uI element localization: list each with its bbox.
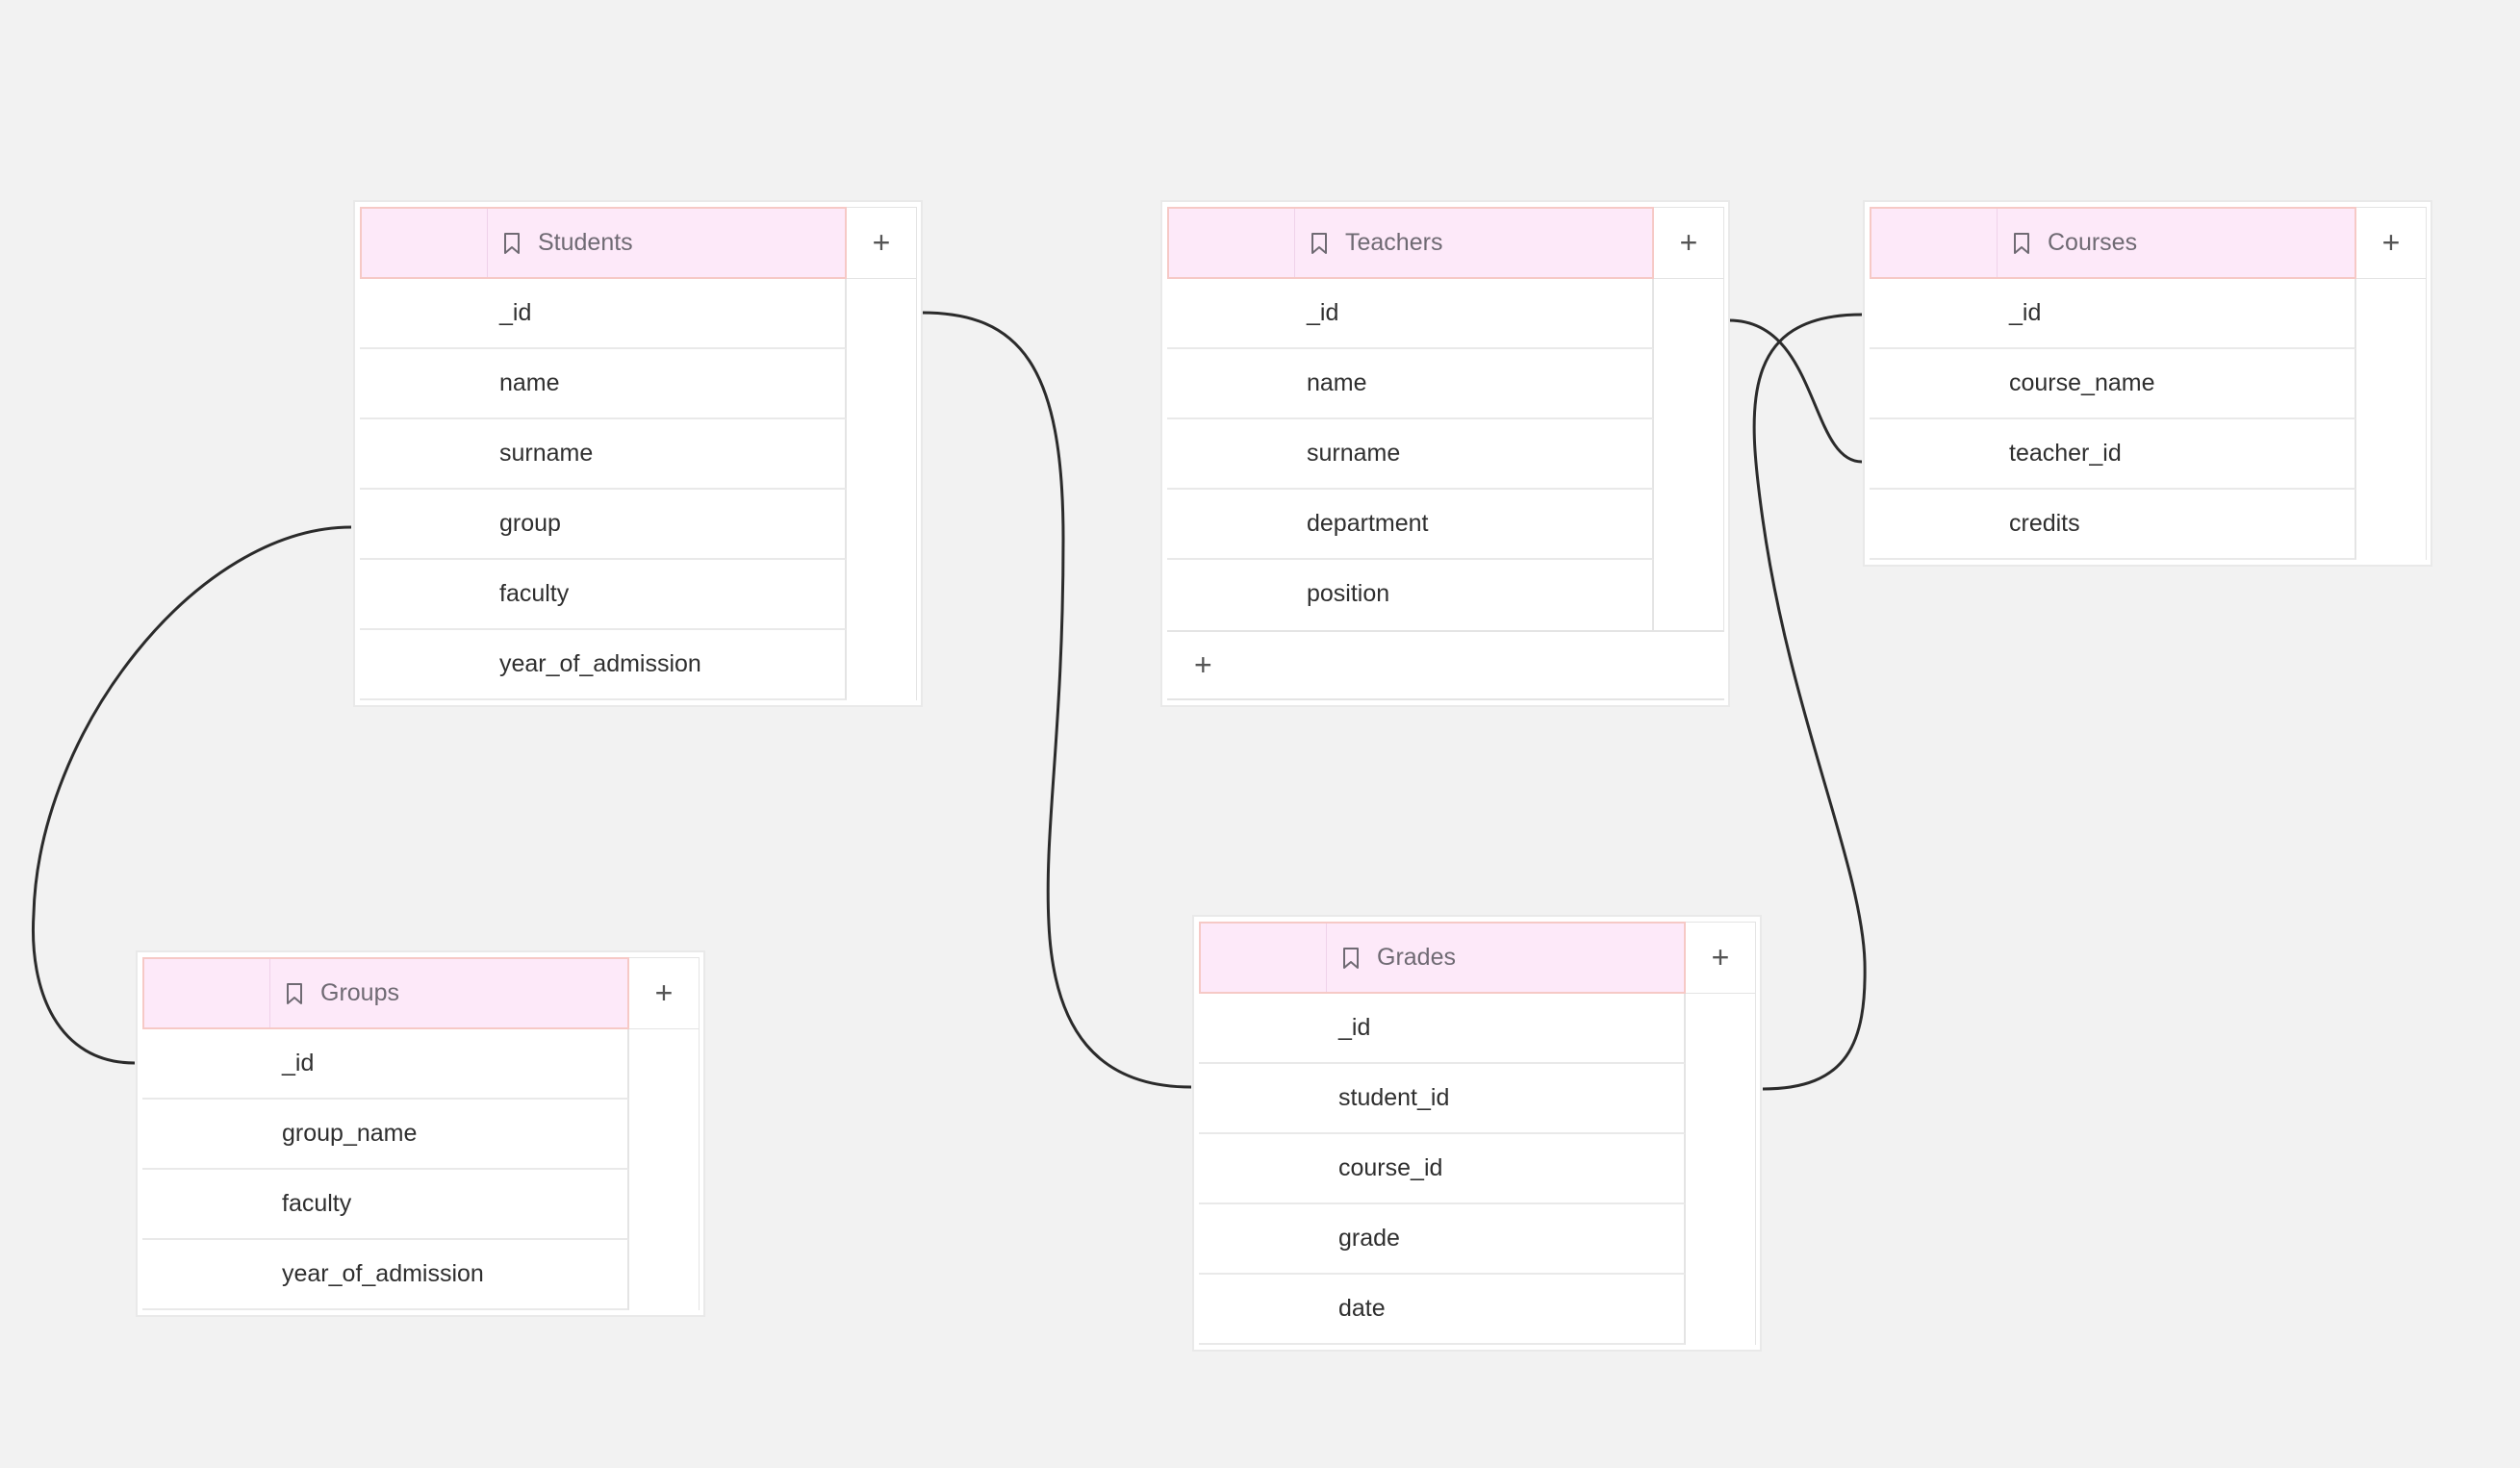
groups-field-row[interactable]: faculty [142,1170,629,1240]
bookmark-icon [504,232,520,254]
grades-field-row[interactable]: date [1199,1275,1686,1345]
bookmark-icon [1311,232,1327,254]
courses-add-column-button[interactable]: + [2356,207,2427,279]
students-field-row[interactable]: _id [360,279,847,349]
teachers-field-row[interactable]: surname [1167,419,1654,490]
students-field-row[interactable]: faculty [360,560,847,630]
courses-field-row[interactable]: teacher_id [1870,419,2356,490]
connector-courses-id-to-grades-course-id[interactable] [1752,313,1867,1091]
students-field-row[interactable]: name [360,349,847,419]
header-divider [1326,924,1327,992]
field-name: faculty [499,580,570,607]
groups-field-row[interactable]: year_of_admission [142,1240,629,1310]
field-name: _id [499,299,532,326]
field-name: course_name [2009,369,2155,396]
connector-teachers-id-to-courses-teacher-id[interactable] [1728,318,1863,464]
field-name: _id [282,1050,315,1076]
bookmark-icon [1343,947,1359,969]
field-name: _id [1338,1014,1371,1041]
groups-add-column-button[interactable]: + [629,957,700,1029]
grades-table[interactable]: Grades + _id student_id course_id grade … [1192,915,1762,1352]
courses-table-title: Courses [2048,229,2138,256]
header-label: Students [501,209,633,277]
field-name: _id [1307,299,1339,326]
field-name: surname [1307,440,1401,467]
field-name: name [1307,369,1367,396]
teachers-field-row[interactable]: _id [1167,279,1654,349]
field-name: group_name [282,1120,418,1147]
teachers-add-row-button[interactable]: + [1167,630,1724,700]
header-divider [269,959,270,1027]
field-name: student_id [1338,1084,1450,1111]
students-field-row[interactable]: group [360,490,847,560]
field-name: group [499,510,561,537]
courses-field-row[interactable]: _id [1870,279,2356,349]
courses-table[interactable]: Courses + _id course_name teacher_id cre… [1863,200,2432,567]
courses-field-row[interactable]: course_name [1870,349,2356,419]
grades-add-column-button[interactable]: + [1686,922,1756,994]
grades-side-column [1686,994,1756,1345]
header-divider [1997,209,1998,277]
field-name: department [1307,510,1429,537]
students-add-column-button[interactable]: + [847,207,917,279]
teachers-field-row[interactable]: position [1167,560,1654,630]
groups-table-title: Groups [320,979,399,1006]
field-name: year_of_admission [282,1260,484,1287]
teachers-table-header[interactable]: Teachers [1167,207,1654,279]
field-name: surname [499,440,594,467]
students-table-header[interactable]: Students [360,207,847,279]
field-name: credits [2009,510,2080,537]
courses-table-header[interactable]: Courses [1870,207,2356,279]
students-field-row[interactable]: year_of_admission [360,630,847,700]
students-table-title: Students [538,229,633,256]
groups-field-row[interactable]: group_name [142,1100,629,1170]
field-name: grade [1338,1225,1400,1252]
teachers-field-row[interactable]: name [1167,349,1654,419]
field-name: faculty [282,1190,352,1217]
students-side-column [847,279,917,700]
grades-field-row[interactable]: course_id [1199,1134,1686,1204]
header-divider [487,209,488,277]
teachers-field-row[interactable]: department [1167,490,1654,560]
bookmark-icon [287,982,302,1004]
grades-table-header[interactable]: Grades [1199,922,1686,994]
header-label: Teachers [1309,209,1442,277]
field-name: year_of_admission [499,650,701,677]
groups-field-row[interactable]: _id [142,1029,629,1100]
grades-field-row[interactable]: grade [1199,1204,1686,1275]
field-name: name [499,369,560,396]
field-name: position [1307,580,1390,607]
field-name: course_id [1338,1154,1443,1181]
students-field-row[interactable]: surname [360,419,847,490]
groups-side-column [629,1029,700,1310]
grades-table-title: Grades [1377,944,1456,971]
field-name: teacher_id [2009,440,2122,467]
header-divider [1294,209,1295,277]
teachers-table[interactable]: Teachers + _id name surname department p… [1160,200,1730,707]
courses-field-row[interactable]: credits [1870,490,2356,560]
bookmark-icon [2014,232,2029,254]
teachers-add-column-button[interactable]: + [1654,207,1724,279]
grades-field-row[interactable]: _id [1199,994,1686,1064]
grades-field-row[interactable]: student_id [1199,1064,1686,1134]
groups-table[interactable]: Groups + _id group_name faculty year_of_… [136,950,705,1317]
courses-side-column [2356,279,2427,560]
header-label: Groups [284,959,399,1027]
teachers-side-column [1654,279,1724,630]
teachers-table-title: Teachers [1345,229,1443,256]
students-table[interactable]: Students + _id name surname group facult… [353,200,923,707]
header-label: Grades [1340,924,1456,992]
field-name: _id [2009,299,2042,326]
connector-students-id-to-grades-student-id[interactable] [921,311,1192,1089]
field-name: date [1338,1295,1386,1322]
header-label: Courses [2011,209,2137,277]
groups-table-header[interactable]: Groups [142,957,629,1029]
